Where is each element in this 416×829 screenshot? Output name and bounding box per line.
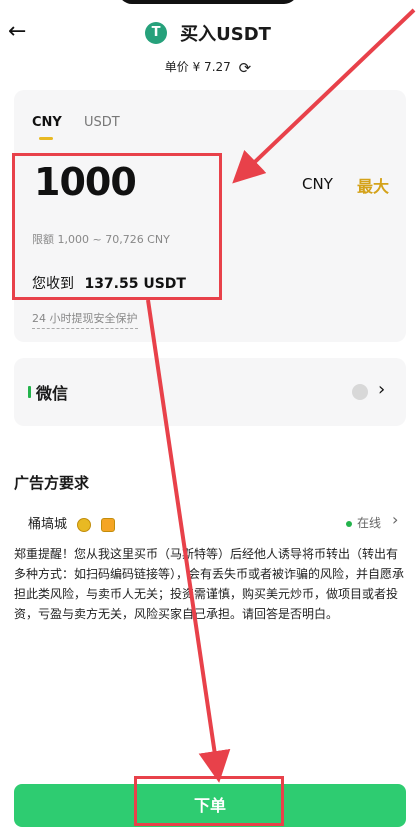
annotation-arrow-bottom (146, 299, 231, 783)
annotation-arrow-top (232, 8, 416, 184)
annotation-arrows (146, 8, 416, 783)
